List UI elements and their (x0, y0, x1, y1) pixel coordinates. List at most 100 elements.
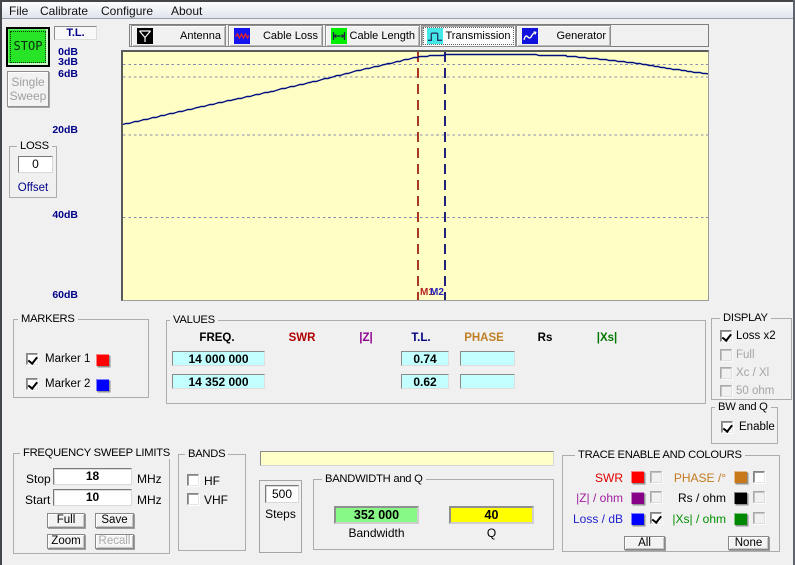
tab-transmission-label: Transmission (445, 29, 511, 42)
hf-checkbox[interactable]: ✓ (187, 474, 199, 486)
loss-value-field[interactable]: 0 (18, 156, 53, 173)
bw-and-q-group: BW and Q ✓ Enable (711, 401, 778, 444)
menu-file[interactable]: File (9, 4, 28, 18)
full-button[interactable]: Full (47, 513, 85, 528)
tab-antenna-label: Antenna (180, 29, 221, 42)
display-xcxl-checkbox: ✓ (720, 367, 732, 379)
trace-swr-swatch (631, 471, 644, 483)
tab-generator[interactable]: Generator (516, 24, 611, 47)
display-lossx2-checkbox[interactable]: ✓ (720, 330, 732, 342)
marker1-checkbox[interactable]: ✓ (26, 353, 38, 365)
start-freq-input[interactable]: 10 (53, 489, 132, 506)
start-label: Start (25, 493, 51, 507)
steps-label: Steps (265, 507, 296, 521)
cable-length-icon (331, 27, 347, 44)
message-field[interactable] (260, 451, 554, 466)
marker1-tl-field: 0.74 (401, 351, 449, 366)
values-header-rs: Rs (537, 332, 553, 344)
trace-xs-swatch (734, 512, 747, 525)
single-sweep-button[interactable]: Single Sweep (7, 71, 49, 107)
start-unit-label: MHz (137, 493, 162, 507)
menu-calibrate[interactable]: Calibrate (40, 4, 88, 18)
markers-group: MARKERS ✓ Marker 1 ✓ Marker 2 (13, 313, 149, 398)
marker1-freq-field: 14 000 000 (172, 351, 265, 366)
values-header-xs: |Xs| (596, 332, 618, 344)
display-50ohm-label: 50 ohm (736, 385, 775, 397)
steps-panel: 500 Steps (259, 480, 302, 553)
display-full-label: Full (736, 348, 755, 361)
bandwidth-value-field: 352 000 (334, 506, 419, 524)
values-header-swr: SWR (288, 332, 316, 344)
bw-and-q-group-title: BW and Q (715, 401, 771, 413)
trace-xs-checkbox[interactable]: ✓ (753, 512, 765, 524)
tab-cable-length[interactable]: Cable Length (325, 24, 420, 47)
marker1-color-swatch[interactable] (96, 354, 109, 366)
chart-canvas (123, 52, 708, 300)
bwq-enable-label: Enable (739, 421, 775, 433)
loss-offset-button[interactable]: Offset (10, 182, 56, 194)
trace-loss-swatch (631, 512, 644, 525)
tab-cable-loss-label: Cable Loss (262, 29, 318, 42)
stop-freq-input[interactable]: 18 (53, 468, 132, 485)
trace-none-button[interactable]: None (728, 536, 769, 550)
trace-z-label: |Z| / ohm (576, 491, 623, 505)
display-group: DISPLAY ✓ Loss x2 ✓ Full ✓ Xc / Xl ✓ 50 … (711, 312, 792, 400)
trace-enable-colours-group: TRACE ENABLE AND COLOURS SWR ✓ PHASE /° … (562, 449, 780, 552)
vhf-label: VHF (204, 493, 228, 507)
display-lossx2-label: Loss x2 (736, 330, 776, 342)
menu-configure[interactable]: Configure (101, 4, 153, 18)
zoom-button[interactable]: Zoom (47, 534, 85, 549)
values-group: VALUES FREQ. SWR |Z| T.L. PHASE Rs |Xs| … (166, 314, 706, 404)
bands-group: BANDS ✓ HF ✓ VHF (178, 448, 246, 551)
trace-swr-label: SWR (595, 470, 623, 485)
values-header-tl: T.L. (411, 332, 431, 344)
bwq-enable-checkbox[interactable]: ✓ (721, 421, 733, 433)
steps-input[interactable]: 500 (265, 485, 299, 503)
bandwidth-and-q-group: BANDWIDTH and Q 352 000 Bandwidth 40 Q (313, 473, 554, 550)
axis-label-20db: 20dB (52, 123, 78, 136)
tab-transmission[interactable]: Transmission (420, 24, 516, 47)
loss-curve (123, 53, 708, 126)
trace-xs-label: |Xs| / ohm (672, 512, 726, 526)
frequency-sweep-limits-group: FREQUENCY SWEEP LIMITS Stop 18 MHz Start… (13, 447, 174, 554)
check-mark-icon: ✓ (722, 421, 733, 432)
bandwidth-group-title: BANDWIDTH and Q (322, 473, 426, 485)
menu-about[interactable]: About (171, 4, 202, 18)
trace-loss-label: Loss / dB (572, 512, 623, 526)
trace-rs-label: Rs / ohm (677, 491, 726, 505)
trace-all-button[interactable]: All (624, 536, 665, 550)
single-sweep-line2: Sweep (9, 89, 47, 103)
check-mark-icon: ✓ (27, 353, 38, 364)
axis-label-40db: 40dB (52, 208, 78, 221)
trace-phase-checkbox[interactable]: ✓ (753, 470, 765, 483)
icon-background (522, 27, 538, 44)
trace-z-swatch (631, 491, 644, 504)
vhf-checkbox[interactable]: ✓ (187, 493, 199, 505)
bandwidth-label: Bandwidth (348, 526, 405, 540)
stop-label: Stop (26, 472, 51, 486)
trace-rs-checkbox[interactable]: ✓ (753, 491, 765, 503)
values-header-freq: FREQ. (199, 332, 235, 344)
sweep-chart[interactable]: M1 M2 (121, 50, 709, 301)
single-sweep-line1: Single (11, 75, 45, 89)
hf-label: HF (204, 474, 220, 488)
markers-group-title: MARKERS (18, 313, 78, 325)
marker2-chart-label: M2 (430, 287, 444, 298)
marker2-label: Marker 2 (45, 378, 91, 390)
marker2-checkbox[interactable]: ✓ (26, 378, 38, 390)
marker2-freq-field: 14 352 000 (172, 374, 265, 389)
tab-antenna[interactable]: Antenna (131, 24, 226, 47)
menu-bar: File Calibrate Configure About (2, 2, 793, 19)
q-value-field: 40 (449, 506, 534, 524)
marker2-phase-field (460, 374, 515, 389)
recall-button: Recall (95, 534, 134, 549)
stop-unit-label: MHz (137, 472, 162, 486)
tab-cable-loss[interactable]: Cable Loss (228, 24, 323, 47)
loss-group-title: LOSS (17, 140, 52, 152)
save-button[interactable]: Save (95, 513, 134, 528)
display-50ohm-checkbox: ✓ (720, 385, 732, 397)
display-full-checkbox: ✓ (720, 348, 732, 361)
axis-label-60db: 60dB (52, 288, 78, 301)
generator-icon (522, 27, 538, 44)
marker2-color-swatch[interactable] (96, 379, 109, 391)
